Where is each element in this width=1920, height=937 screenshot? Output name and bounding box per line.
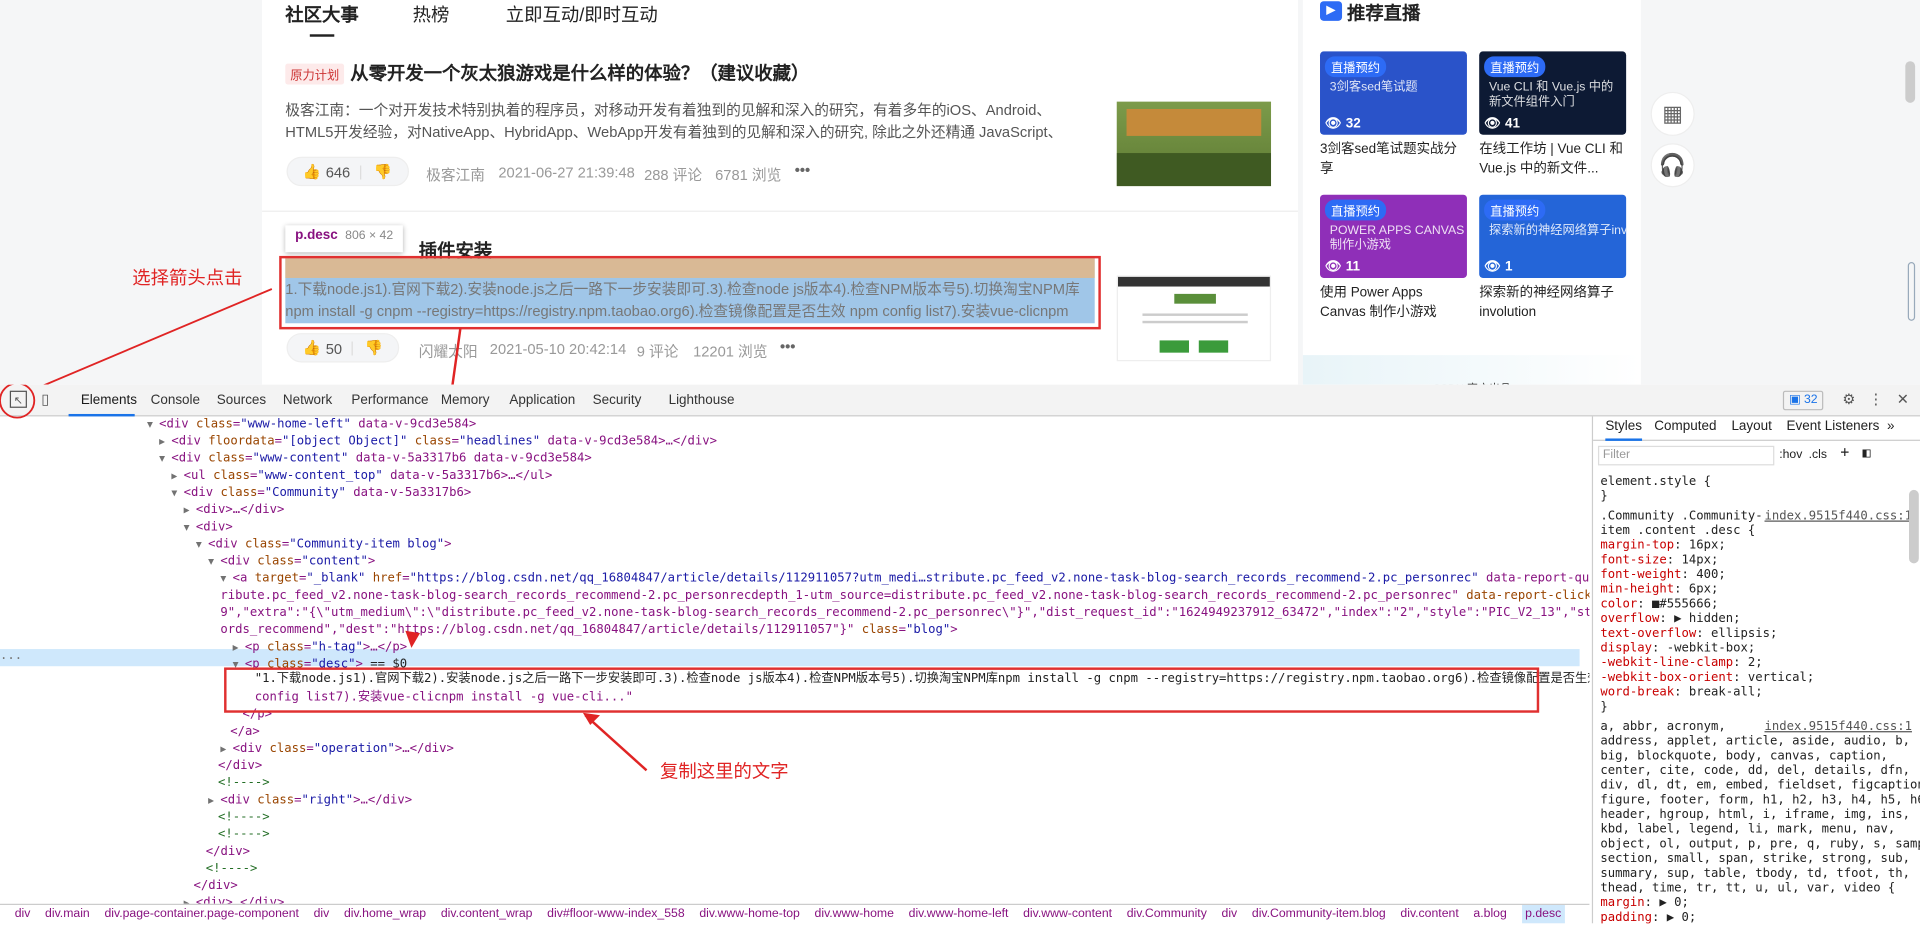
annotation-arrows — [42, 288, 462, 398]
annotation-arrows — [0, 384, 648, 772]
devtools-panel: ↖ ▯ Elements Console Sources Network Per… — [0, 384, 1920, 924]
web-page: 社区大事 热榜 立即互动/即时互动 原力计划 从零开发一个灰太狼游戏是什么样的体… — [0, 0, 1920, 398]
